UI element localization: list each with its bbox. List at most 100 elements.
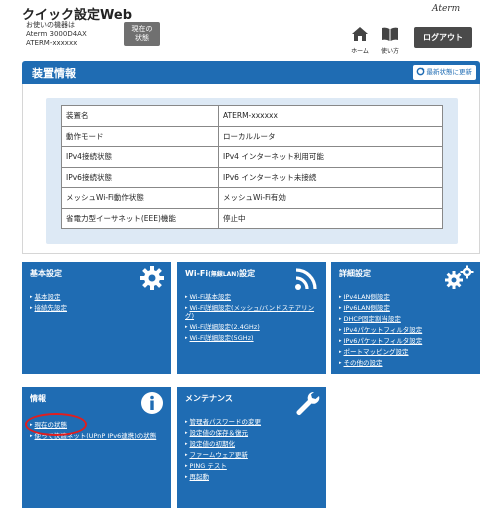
link-label: IPv6パケットフィルタ設定 <box>343 337 423 345</box>
info-icon <box>141 392 163 414</box>
status-btn-label-2: 状態 <box>135 34 149 42</box>
wrench-icon <box>296 391 320 415</box>
panel-title: 装置情報 <box>32 67 76 80</box>
link-label: IPv6LAN側設定 <box>343 304 390 312</box>
wifi-settings-card: Wi-Fi(無線LAN)設定 Wi-Fi基本設定 Wi-Fi詳細設定(メッシュ/… <box>177 262 326 374</box>
home-button[interactable]: ホーム <box>348 26 372 55</box>
link-label: IPv4パケットフィルタ設定 <box>343 326 423 334</box>
link-firmware-update[interactable]: ファームウェア更新 <box>185 451 261 459</box>
home-label: ホーム <box>351 48 369 55</box>
status-btn-label-1: 現在の <box>131 25 153 33</box>
link-label: ファームウェア更新 <box>189 451 248 459</box>
wifi-title-end: 設定 <box>239 269 256 278</box>
table-row: メッシュWi-Fi動作状態 メッシュWi-Fi有効 <box>61 187 443 209</box>
table-row: IPv4接続状態 IPv4 インターネット利用可能 <box>61 146 443 168</box>
table-key: 省電力型イーサネット(EEE)機能 <box>61 207 219 229</box>
basic-settings-links: 基本設定 接続先設定 <box>30 293 68 315</box>
info-title: 情報 <box>30 394 46 403</box>
link-label: 管理者パスワードの変更 <box>189 418 262 426</box>
device-name: ATERM-xxxxxx <box>26 39 78 47</box>
advanced-settings-card: 詳細設定 IPv4LAN側設定 IPv6LAN側設定 DHCP固定割当設定 IP… <box>331 262 480 374</box>
table-value: メッシュWi-Fi有効 <box>218 187 443 209</box>
info-card: 情報 現在の状態 使って快適ネット(UPnP IPv6連携)の状態 <box>22 387 171 508</box>
refresh-label: 最新状態に更新 <box>426 68 473 76</box>
device-model: Aterm 3000D4AX <box>26 30 87 38</box>
link-basic-settings[interactable]: 基本設定 <box>30 293 67 301</box>
refresh-button[interactable]: 最新状態に更新 <box>412 65 476 80</box>
table-value: IPv4 インターネット利用可能 <box>218 146 443 168</box>
link-label: Wi-Fi詳細設定(メッシュ/バンドステアリング) <box>185 304 315 320</box>
table-key: 動作モード <box>61 125 219 147</box>
link-label: 接続先設定 <box>34 304 68 312</box>
table-value: ATERM-xxxxxx <box>218 105 443 127</box>
link-label: DHCP固定割当設定 <box>343 315 401 323</box>
table-key: IPv4接続状態 <box>61 146 219 168</box>
link-label: Wi-Fi基本設定 <box>189 293 232 301</box>
wifi-icon <box>295 268 317 290</box>
link-ipv4-filter[interactable]: IPv4パケットフィルタ設定 <box>339 326 423 334</box>
table-value: IPv6 インターネット未接続 <box>218 166 443 188</box>
table-value: ローカルルータ <box>218 125 443 147</box>
table-row: 動作モード ローカルルータ <box>61 125 443 147</box>
manual-label: 使い方 <box>380 48 399 55</box>
link-ping-test[interactable]: PING テスト <box>185 462 261 470</box>
link-label: Wi-Fi詳細設定(5GHz) <box>189 334 254 342</box>
table-row: IPv6接続状態 IPv6 インターネット未接続 <box>61 166 443 188</box>
link-label: 設定値の初期化 <box>189 440 236 448</box>
wifi-title-small: (無線LAN) <box>208 271 240 278</box>
basic-settings-title: 基本設定 <box>30 269 62 278</box>
book-icon <box>382 27 398 41</box>
table-key: IPv6接続状態 <box>61 166 219 188</box>
link-factory-reset[interactable]: 設定値の初期化 <box>185 440 261 448</box>
maintenance-title: メンテナンス <box>185 394 233 403</box>
link-reboot[interactable]: 再起動 <box>185 473 261 481</box>
link-other-settings[interactable]: その他の設定 <box>339 359 422 367</box>
link-admin-password[interactable]: 管理者パスワードの変更 <box>185 418 262 426</box>
logout-button[interactable]: ログアウト <box>414 27 472 48</box>
maintenance-links: 管理者パスワードの変更 設定値の保存＆復元 設定値の初期化 ファームウェア更新 … <box>185 418 262 484</box>
device-info: お使いの機器は Aterm 3000D4AX ATERM-xxxxxx <box>26 21 87 48</box>
link-backup-restore[interactable]: 設定値の保存＆復元 <box>185 429 261 437</box>
refresh-icon <box>416 67 425 76</box>
link-wifi-basic[interactable]: Wi-Fi基本設定 <box>185 293 321 301</box>
wifi-title-main: Wi-Fi <box>185 269 209 278</box>
link-label: 基本設定 <box>34 293 61 301</box>
link-label: Wi-Fi詳細設定(2.4GHz) <box>189 323 260 331</box>
table-row: 省電力型イーサネット(EEE)機能 停止中 <box>61 207 443 229</box>
home-icon <box>352 27 368 41</box>
link-label: PING テスト <box>189 462 227 470</box>
table-value: 停止中 <box>218 207 443 229</box>
current-status-button[interactable]: 現在の 状態 <box>124 22 160 46</box>
table-row: 装置名 ATERM-xxxxxx <box>61 105 443 127</box>
wifi-settings-links: Wi-Fi基本設定 Wi-Fi詳細設定(メッシュ/バンドステアリング) Wi-F… <box>185 293 321 345</box>
link-label: IPv4LAN側設定 <box>343 293 390 301</box>
device-info-line: お使いの機器は <box>26 21 75 29</box>
highlight-circle <box>25 413 87 436</box>
link-ipv6-filter[interactable]: IPv6パケットフィルタ設定 <box>339 337 423 345</box>
link-wifi-5ghz[interactable]: Wi-Fi詳細設定(5GHz) <box>185 334 321 342</box>
device-info-table: 装置名 ATERM-xxxxxx 動作モード ローカルルータ IPv4接続状態 IPv… <box>61 105 443 229</box>
link-label: その他の設定 <box>343 359 383 367</box>
maintenance-card: メンテナンス 管理者パスワードの変更 設定値の保存＆復元 設定値の初期化 ファー… <box>177 387 326 508</box>
link-ipv4-lan[interactable]: IPv4LAN側設定 <box>339 293 422 301</box>
gear-icon <box>140 266 164 290</box>
link-wifi-24ghz[interactable]: Wi-Fi詳細設定(2.4GHz) <box>185 323 321 331</box>
link-wifi-mesh[interactable]: Wi-Fi詳細設定(メッシュ/バンドステアリング) <box>185 304 321 320</box>
header: クイック設定Web お使いの機器は Aterm 3000D4AX ATERM-x… <box>0 0 500 55</box>
wifi-settings-title: Wi-Fi(無線LAN)設定 <box>185 268 255 279</box>
link-port-mapping[interactable]: ポートマッピング設定 <box>339 348 422 356</box>
device-info-panel-header: 装置情報 最新状態に更新 <box>22 61 480 84</box>
link-label: 再起動 <box>189 473 210 481</box>
link-dhcp-static[interactable]: DHCP固定割当設定 <box>339 315 422 323</box>
advanced-settings-links: IPv4LAN側設定 IPv6LAN側設定 DHCP固定割当設定 IPv4パケッ… <box>339 293 423 370</box>
table-key: メッシュWi-Fi動作状態 <box>61 187 219 209</box>
advanced-settings-title: 詳細設定 <box>339 269 371 278</box>
link-label: 設定値の保存＆復元 <box>189 429 249 437</box>
link-label: ポートマッピング設定 <box>343 348 409 356</box>
link-ipv6-lan[interactable]: IPv6LAN側設定 <box>339 304 422 312</box>
basic-settings-card: 基本設定 基本設定 接続先設定 <box>22 262 171 374</box>
gears-icon <box>445 265 474 289</box>
brand-logo: Aterm <box>432 4 461 14</box>
manual-button[interactable]: 使い方 <box>378 26 402 55</box>
link-connection-settings[interactable]: 接続先設定 <box>30 304 68 312</box>
